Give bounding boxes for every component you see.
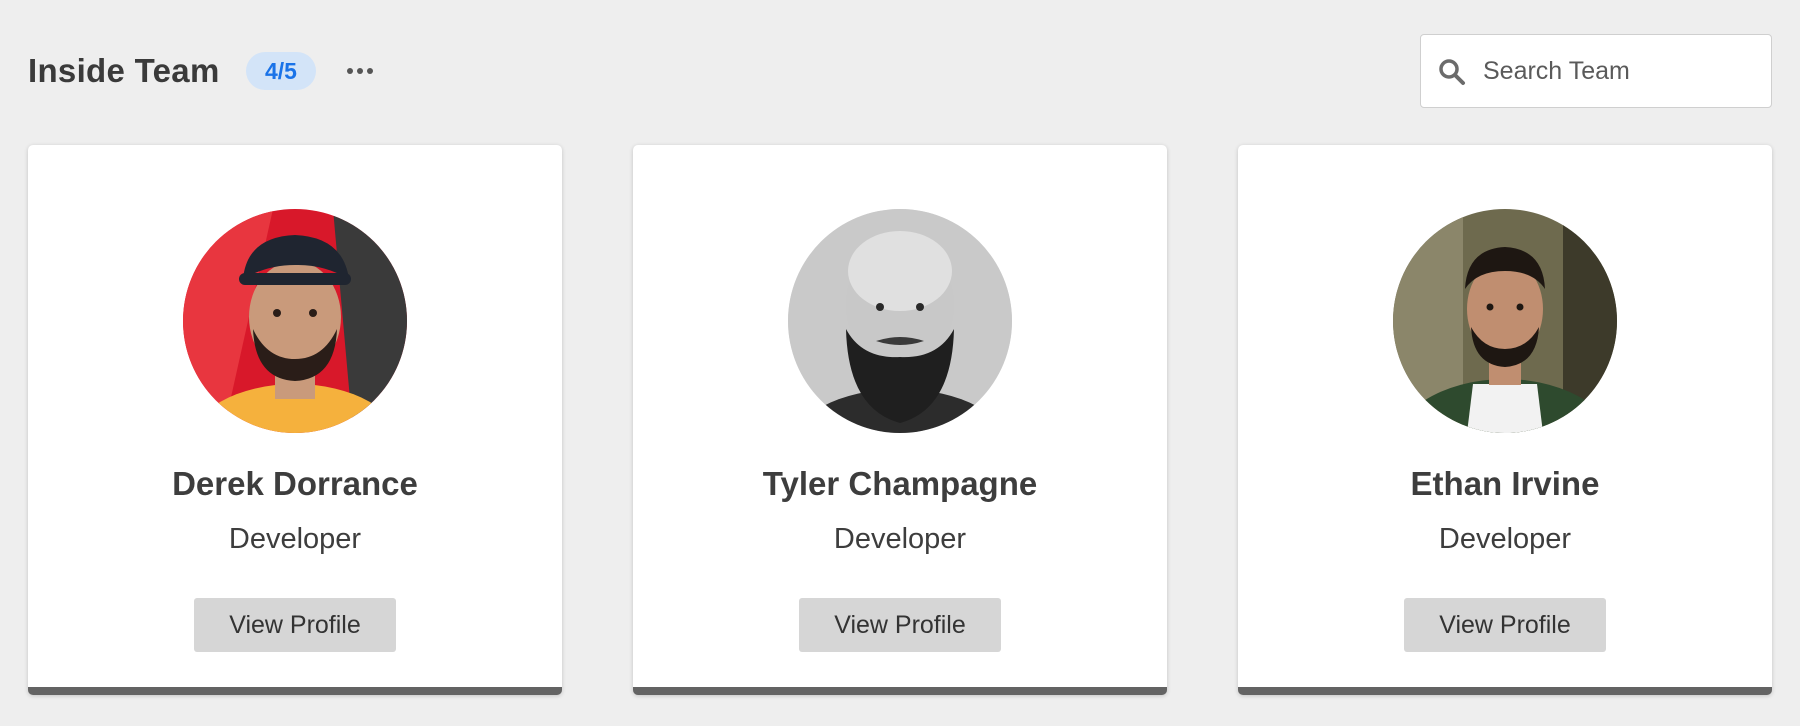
- avatar: [788, 209, 1012, 433]
- search-input[interactable]: [1483, 35, 1753, 107]
- team-member-card: Tyler Champagne Developer View Profile: [633, 145, 1167, 695]
- member-role: Developer: [228, 523, 362, 555]
- member-role: Developer: [1438, 523, 1572, 555]
- team-member-card: Derek Dorrance Developer View Profile: [28, 145, 562, 695]
- avatar: [183, 209, 407, 433]
- search-icon: [1439, 59, 1465, 85]
- team-member-card: Ethan Irvine Developer View Profile: [1238, 145, 1772, 695]
- view-profile-button[interactable]: View Profile: [194, 598, 396, 652]
- member-name: Tyler Champagne: [762, 465, 1038, 502]
- member-count-badge: 4/5: [246, 52, 316, 90]
- avatar: [1393, 209, 1617, 433]
- view-profile-button[interactable]: View Profile: [799, 598, 1001, 652]
- team-header: Inside Team 4/5: [28, 34, 1772, 110]
- member-name: Derek Dorrance: [172, 465, 418, 502]
- view-profile-button[interactable]: View Profile: [1404, 598, 1606, 652]
- team-card-list: Derek Dorrance Developer View Profile Ty…: [28, 145, 1772, 695]
- member-name: Ethan Irvine: [1410, 465, 1600, 502]
- member-role: Developer: [833, 523, 967, 555]
- page-title: Inside Team: [28, 52, 220, 89]
- more-horizontal-icon: [347, 68, 373, 74]
- more-options-button[interactable]: [340, 52, 380, 90]
- search-box[interactable]: [1420, 34, 1772, 108]
